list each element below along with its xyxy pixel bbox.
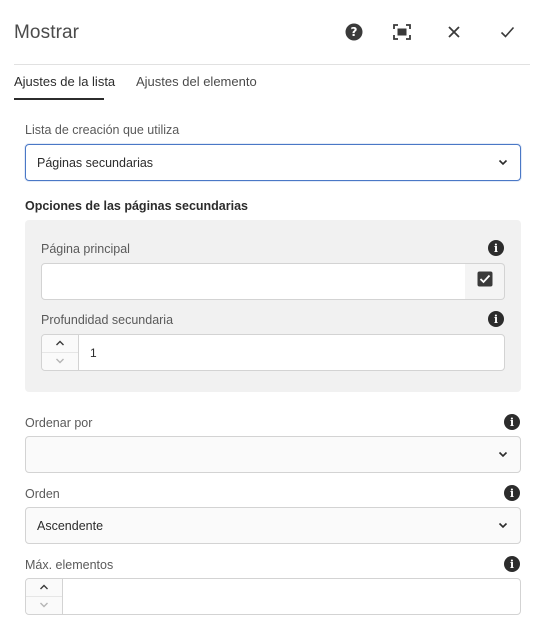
decrement-button[interactable] — [26, 597, 62, 615]
info-icon[interactable]: i — [504, 556, 520, 572]
sort-order-value: Ascendente — [37, 518, 104, 533]
close-button[interactable] — [440, 20, 468, 48]
list-source-label: Lista de creación que utiliza — [25, 123, 180, 137]
stepper — [42, 335, 79, 370]
header-divider — [14, 64, 530, 65]
path-browser-button[interactable] — [465, 263, 505, 300]
child-depth-value[interactable]: 1 — [90, 346, 97, 360]
sort-order-select[interactable]: Ascendente — [25, 507, 521, 544]
increment-button[interactable] — [26, 579, 62, 597]
max-items-numberfield — [25, 578, 521, 615]
fullscreen-button[interactable] — [388, 20, 416, 48]
svg-text:?: ? — [351, 25, 358, 39]
help-icon: ? — [345, 23, 363, 46]
info-icon[interactable]: i — [504, 485, 520, 501]
order-by-label: Ordenar por — [25, 416, 93, 430]
info-icon[interactable]: i — [488, 311, 504, 327]
child-depth-numberfield: 1 — [41, 334, 505, 371]
parent-page-label: Página principal — [41, 242, 130, 256]
chevron-down-icon — [498, 158, 508, 168]
info-icon[interactable]: i — [504, 414, 520, 430]
info-icon[interactable]: i — [488, 240, 504, 256]
section-title: Opciones de las páginas secundarias — [25, 199, 249, 213]
check-square-icon — [477, 271, 493, 292]
chevron-down-icon — [498, 450, 508, 460]
list-source-value: Páginas secundarias — [37, 155, 154, 170]
decrement-button[interactable] — [42, 353, 78, 371]
order-by-select[interactable] — [25, 436, 521, 473]
fullscreen-icon — [393, 23, 411, 45]
confirm-button[interactable] — [493, 20, 521, 48]
max-items-label: Máx. elementos — [25, 558, 114, 572]
close-icon — [447, 25, 461, 44]
dialog-header: Mostrar ? — [0, 0, 544, 65]
parent-page-input[interactable] — [41, 263, 466, 300]
chevron-down-icon — [498, 521, 508, 531]
sort-order-label: Orden — [25, 487, 60, 501]
child-depth-label: Profundidad secundaria — [41, 313, 174, 327]
tab-list-settings[interactable]: Ajustes de la lista — [14, 74, 115, 89]
stepper — [26, 579, 63, 614]
tab-item-settings[interactable]: Ajustes del elemento — [136, 74, 257, 89]
help-button[interactable]: ? — [340, 20, 368, 48]
list-source-select[interactable]: Páginas secundarias — [25, 144, 521, 181]
active-tab-indicator — [14, 98, 104, 100]
dialog-title: Mostrar — [14, 22, 80, 43]
increment-button[interactable] — [42, 335, 78, 353]
checkmark-icon — [500, 25, 515, 43]
